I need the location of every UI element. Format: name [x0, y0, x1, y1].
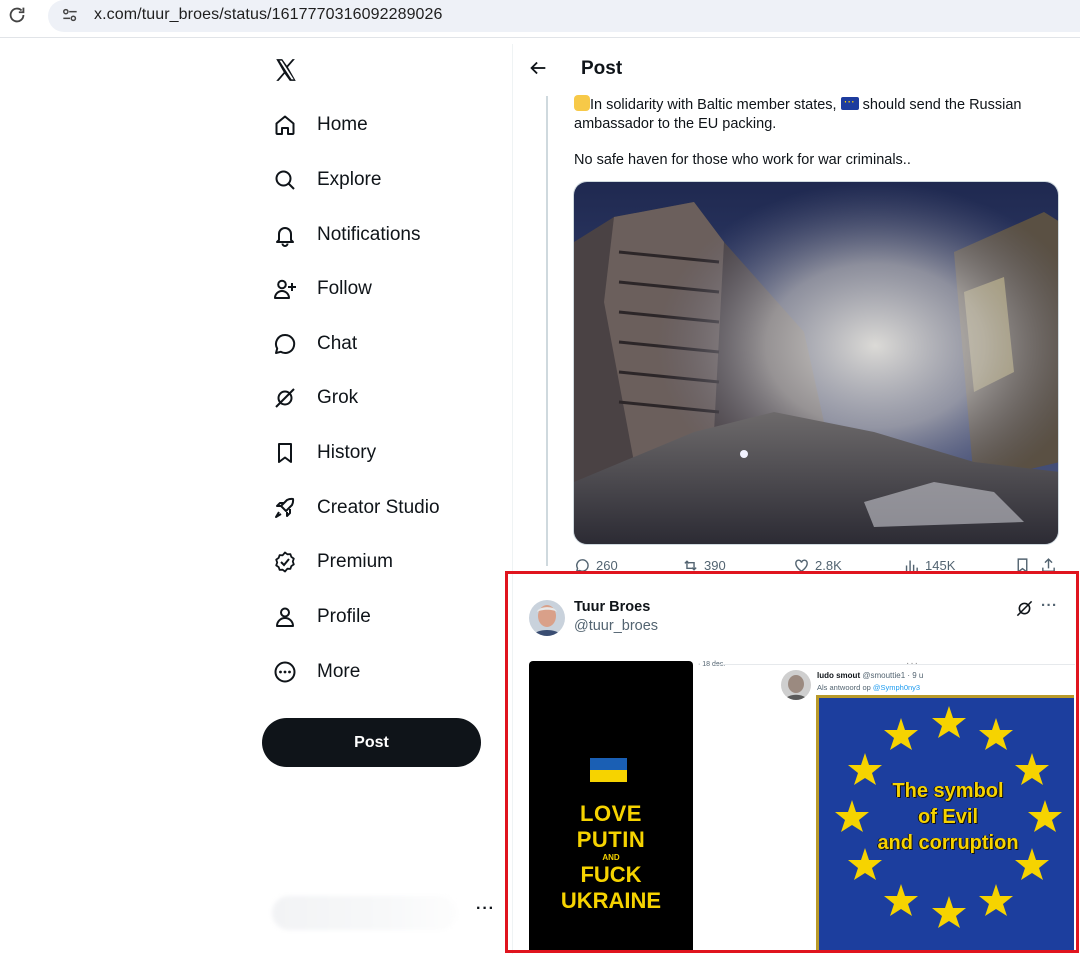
back-arrow-icon[interactable] — [527, 57, 549, 79]
sidebar-item-history[interactable]: History — [262, 428, 492, 478]
account-more-button[interactable]: ··· — [476, 900, 495, 918]
sidebar-item-label: History — [317, 442, 377, 463]
bell-icon — [276, 227, 294, 247]
sidebar-item-label: Home — [317, 114, 368, 135]
sidebar-item-label: Explore — [317, 169, 382, 190]
chat-icon — [275, 333, 296, 354]
browser-address-bar: x.com/tuur_broes/status/1617770316092289… — [0, 0, 1080, 38]
tweet-line-1: In solidarity with Baltic member states,… — [574, 93, 1021, 132]
tweet-text: In solidarity with Baltic member states,… — [574, 93, 1044, 187]
search-icon — [275, 170, 295, 190]
sidebar-item-label: Premium — [317, 551, 394, 572]
x-logo-icon[interactable] — [273, 57, 299, 83]
eu-flag-emoji-icon — [840, 93, 859, 112]
sidebar-item-label: Profile — [317, 606, 371, 627]
sidebar-item-follow[interactable]: Follow — [262, 264, 492, 314]
rocket-icon — [275, 497, 295, 518]
sidebar-item-home[interactable]: Home — [262, 100, 492, 150]
grok-icon — [275, 388, 295, 408]
raised-fist-emoji-icon — [574, 95, 590, 111]
verified-icon — [275, 551, 295, 573]
tweet-photo-destroyed-building[interactable] — [573, 181, 1059, 545]
sidebar-item-creator-studio[interactable]: Creator Studio — [262, 483, 492, 533]
sidebar-item-label: Notifications — [317, 224, 421, 245]
sidebar-item-label: More — [317, 661, 361, 682]
sidebar-item-grok[interactable]: Grok — [262, 373, 492, 423]
sidebar-item-label: Chat — [317, 333, 358, 354]
sidebar-item-label: Creator Studio — [317, 497, 440, 518]
sidebar-item-chat[interactable]: Chat — [262, 319, 492, 369]
person-icon — [276, 607, 294, 627]
thread-connector — [546, 96, 548, 566]
sidebar-item-premium[interactable]: Premium — [262, 537, 492, 587]
sidebar-item-explore[interactable]: Explore — [262, 155, 492, 205]
sidebar-item-label: Follow — [317, 278, 372, 299]
page-title: Post — [581, 58, 623, 79]
reload-icon[interactable] — [6, 4, 28, 26]
more-circle-icon — [274, 661, 296, 683]
home-icon — [275, 115, 295, 135]
sidebar-item-profile[interactable]: Profile — [262, 592, 492, 642]
highlight-annotation-box — [505, 571, 1079, 953]
site-settings-icon[interactable] — [60, 5, 80, 25]
sidebar-item-more[interactable]: More — [262, 647, 492, 697]
sidebar-item-label: Grok — [317, 387, 359, 408]
account-switcher[interactable] — [272, 896, 457, 930]
sidebar-item-notifications[interactable]: Notifications — [262, 210, 492, 260]
bookmark-icon — [278, 443, 292, 463]
url-text[interactable]: x.com/tuur_broes/status/1617770316092289… — [94, 6, 443, 24]
follow-icon — [274, 279, 296, 299]
tweet-line-2: No safe haven for those who work for war… — [574, 152, 911, 168]
post-button[interactable]: Post — [262, 718, 481, 767]
